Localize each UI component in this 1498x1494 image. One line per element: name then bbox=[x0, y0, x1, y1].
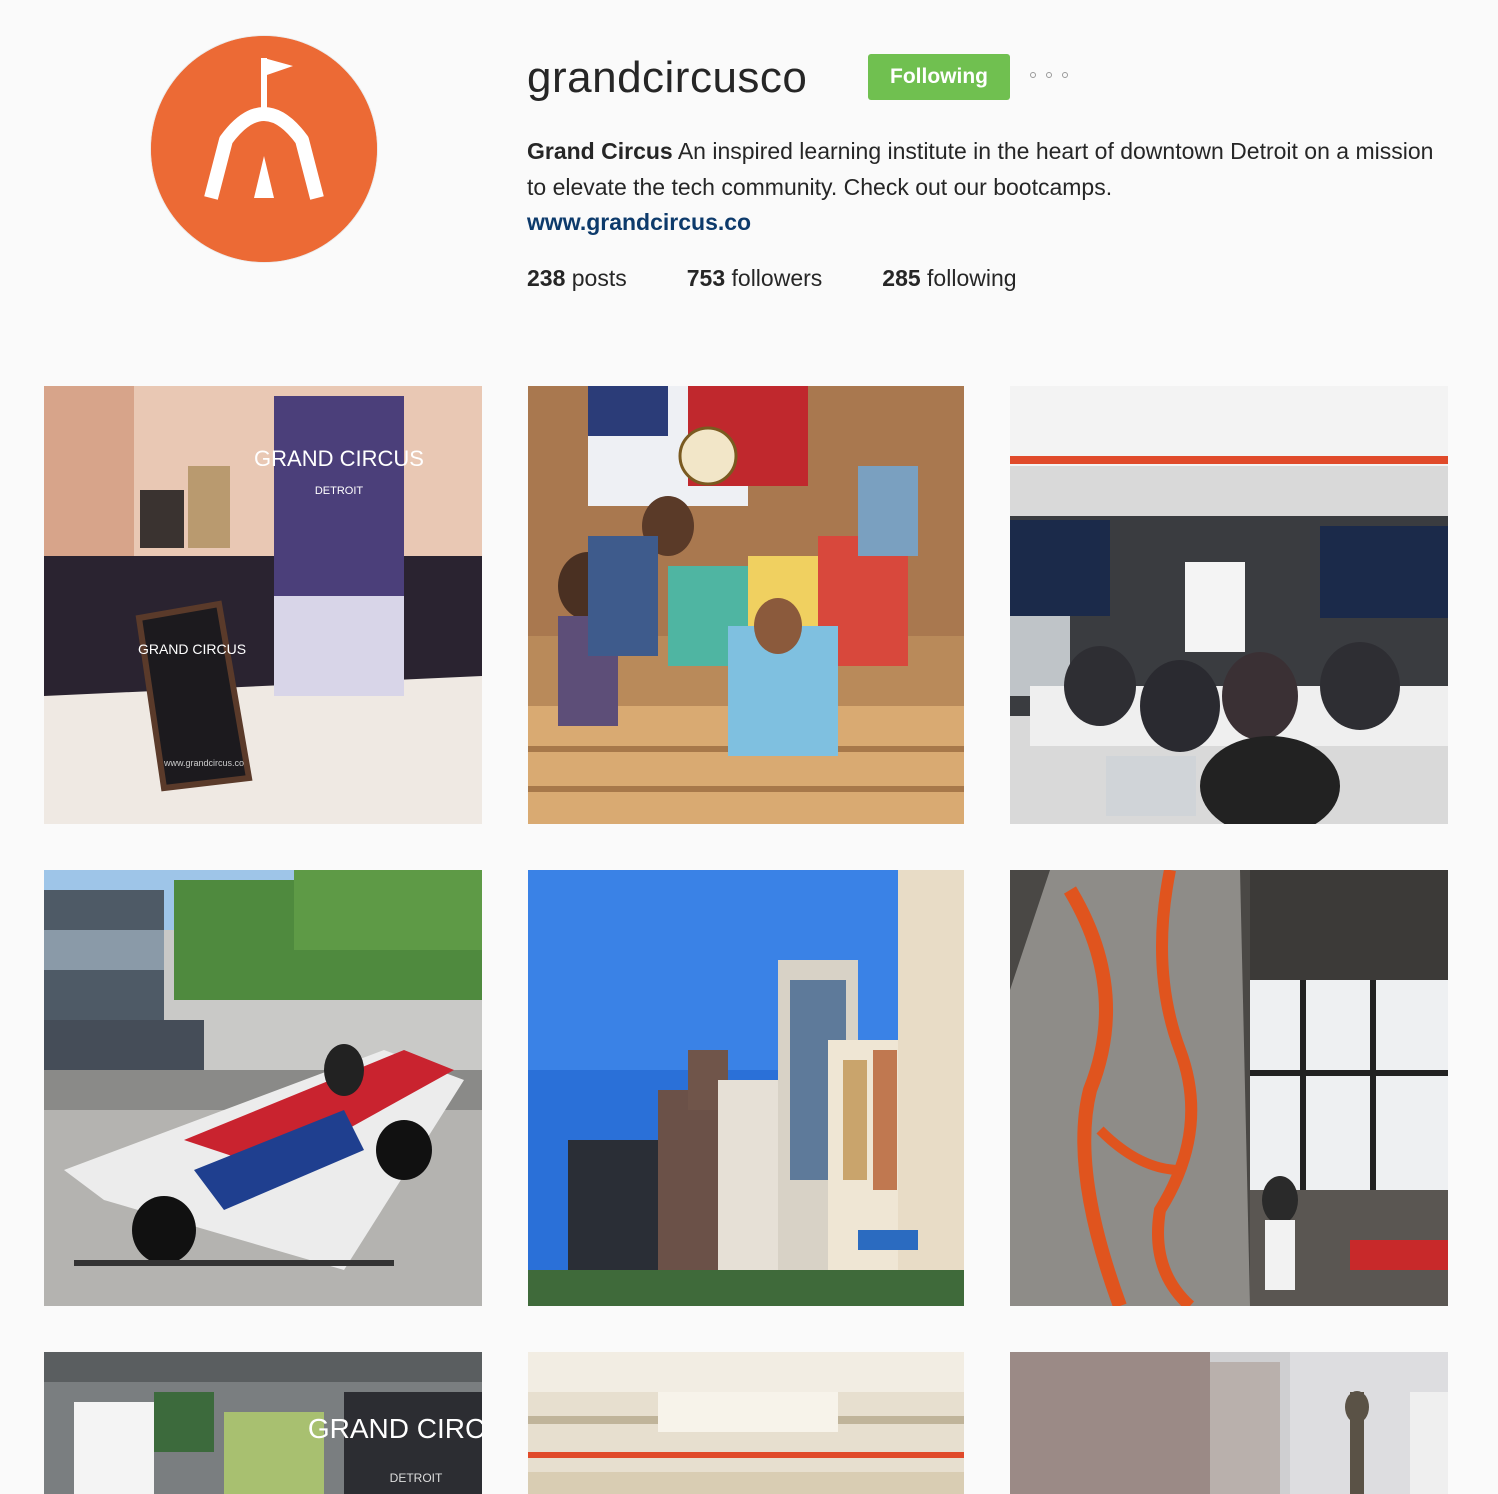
post-image-3 bbox=[1010, 386, 1448, 824]
followers-stat[interactable]: 753 followers bbox=[687, 262, 823, 294]
post-image-6 bbox=[1010, 870, 1448, 1306]
post-image-2 bbox=[528, 386, 964, 824]
following-label: following bbox=[920, 265, 1017, 291]
post-image-4 bbox=[44, 870, 482, 1306]
post-tile-7[interactable]: GRAND CIRCUS DETROIT bbox=[44, 1352, 482, 1494]
posts-label: posts bbox=[565, 265, 627, 291]
followers-label: followers bbox=[725, 265, 823, 291]
post-tile-3[interactable] bbox=[1010, 386, 1448, 824]
profile-username: grandcircusco bbox=[527, 53, 808, 102]
following-count: 285 bbox=[882, 265, 921, 291]
following-button[interactable]: Following bbox=[868, 54, 1010, 100]
profile-bio: Grand Circus An inspired learning instit… bbox=[527, 133, 1457, 205]
followers-count: 753 bbox=[686, 265, 726, 291]
post-image-7: GRAND CIRCUS DETROIT bbox=[44, 1352, 482, 1494]
banner-text: GRAND CIRCUS bbox=[254, 446, 424, 471]
following-stat[interactable]: 285 following bbox=[882, 262, 1016, 294]
post-image-1: GRAND CIRCUS DETROIT GRAND CIRCUS www.gr… bbox=[44, 386, 482, 824]
banner-subtext-2: DETROIT bbox=[390, 1471, 443, 1485]
post-tile-5[interactable] bbox=[528, 870, 964, 1306]
profile-avatar bbox=[151, 36, 377, 262]
website-link[interactable]: www.grandcircus.co bbox=[527, 205, 751, 239]
posts-count: 238 bbox=[527, 265, 566, 291]
banner-subtext: DETROIT bbox=[315, 485, 364, 497]
post-tile-4[interactable] bbox=[44, 870, 482, 1306]
more-options-icon[interactable] bbox=[1030, 66, 1068, 84]
post-image-9 bbox=[1010, 1352, 1448, 1494]
sign-url: www.grandcircus.co bbox=[163, 758, 244, 768]
grand-circus-logo-icon bbox=[151, 36, 377, 262]
post-image-8 bbox=[528, 1352, 964, 1494]
profile-stats: 238 posts 753 followers 285 following bbox=[527, 262, 1077, 294]
sign-text: GRAND CIRCUS bbox=[138, 641, 246, 657]
bio-name: Grand Circus bbox=[527, 138, 673, 164]
posts-stat: 238 posts bbox=[527, 262, 627, 294]
post-tile-9[interactable] bbox=[1010, 1352, 1448, 1494]
post-tile-1[interactable]: GRAND CIRCUS DETROIT GRAND CIRCUS www.gr… bbox=[44, 386, 482, 824]
post-tile-8[interactable] bbox=[528, 1352, 964, 1494]
post-tile-2[interactable] bbox=[528, 386, 964, 824]
banner-text-2: GRAND CIRCUS bbox=[308, 1413, 482, 1444]
post-image-5 bbox=[528, 870, 964, 1306]
post-tile-6[interactable] bbox=[1010, 870, 1448, 1306]
